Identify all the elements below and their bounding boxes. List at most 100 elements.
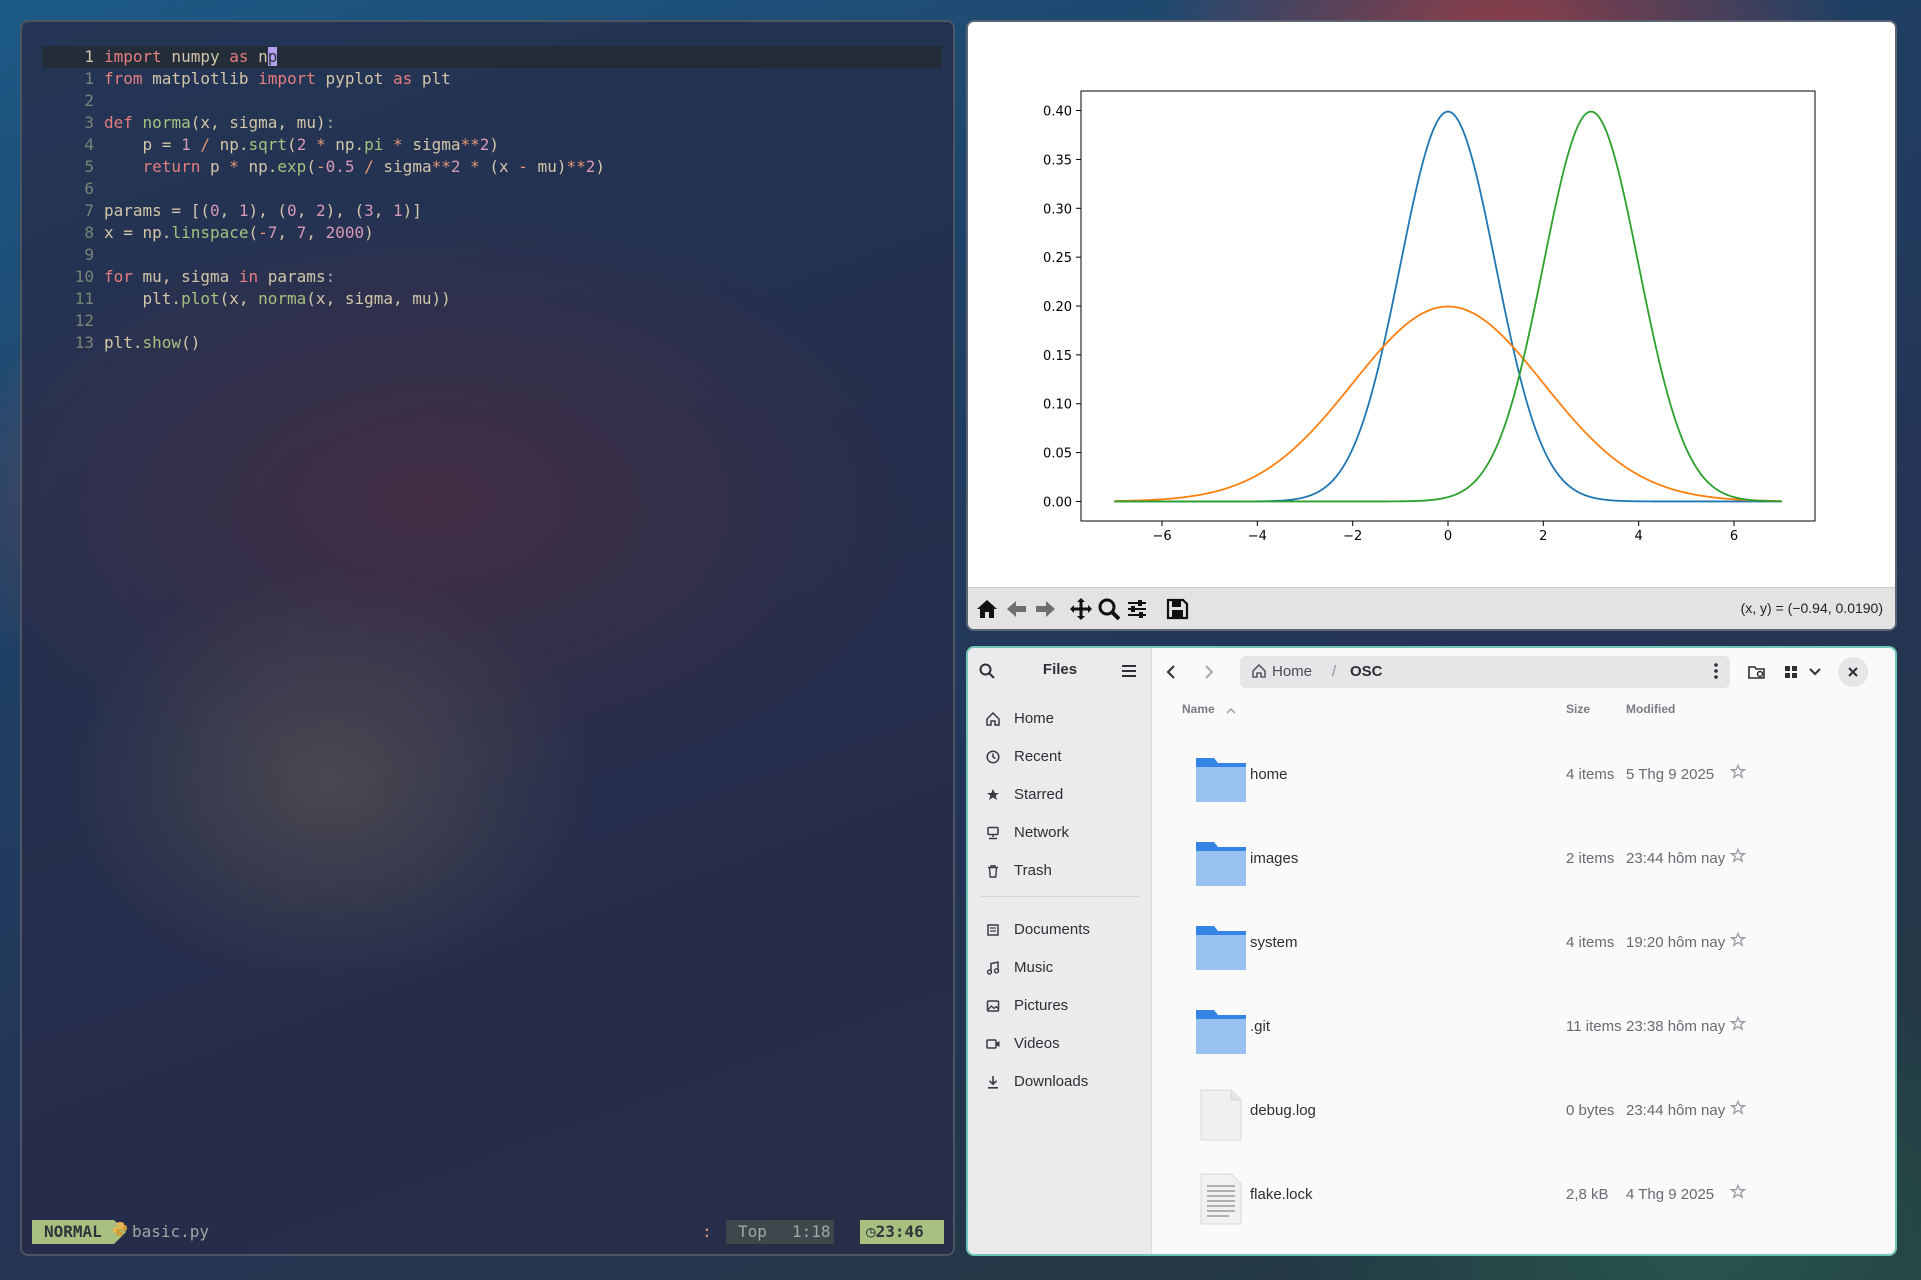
sidebar-item-music[interactable]: Music [980, 951, 1140, 985]
sidebar-item-label: Documents [1014, 921, 1090, 938]
code-line[interactable]: 11 plt.plot(x, norma(x, sigma, mu)) [22, 288, 953, 310]
code-text[interactable]: from matplotlib import pyplot as plt [104, 68, 451, 90]
python-file-icon [112, 1220, 128, 1244]
sidebar-item-home[interactable]: Home [980, 702, 1140, 736]
star-icon[interactable] [1729, 1183, 1747, 1204]
file-modified: 5 Thg 9 2025 [1626, 766, 1715, 783]
more-options-icon[interactable] [1714, 663, 1718, 683]
file-row[interactable]: images 2 items 23:44 hôm nay [1152, 818, 1895, 902]
line-chart[interactable]: −6 −4 −2 0 2 4 6 0.00 0.05 0.10 0.15 0.20 0.25 0.30 0.… [968, 22, 1895, 587]
file-icon [1194, 1088, 1248, 1146]
hamburger-menu-icon[interactable] [1114, 656, 1144, 686]
file-row[interactable]: home 4 items 5 Thg 9 2025 [1152, 734, 1895, 818]
code-line[interactable]: 12 [22, 310, 953, 332]
column-header-name[interactable]: Name [1182, 702, 1215, 716]
code-line[interactable]: 5 return p * np.exp(-0.5 / sigma**2 * (x… [22, 156, 953, 178]
sidebar-item-documents[interactable]: Documents [980, 913, 1140, 947]
column-header-size[interactable]: Size [1566, 702, 1590, 716]
file-row[interactable]: system 4 items 19:20 hôm nay [1152, 902, 1895, 986]
code-text[interactable]: x = np.linspace(-7, 7, 2000) [104, 222, 374, 244]
back-icon[interactable] [1156, 657, 1186, 687]
code-line[interactable]: 8 x = np.linspace(-7, 7, 2000) [22, 222, 953, 244]
code-text[interactable]: p = 1 / np.sqrt(2 * np.pi * sigma**2) [104, 134, 500, 156]
code-text[interactable]: import numpy as np [104, 46, 278, 68]
star-icon[interactable] [1729, 847, 1747, 868]
file-row[interactable]: debug.log 0 bytes 23:44 hôm nay [1152, 1070, 1895, 1154]
code-line[interactable]: 9 [22, 244, 953, 266]
sidebar-item-videos[interactable]: Videos [980, 1027, 1140, 1061]
code-line[interactable]: 3 def norma(x, sigma, mu): [22, 112, 953, 134]
file-name[interactable]: home [1250, 766, 1288, 783]
sidebar-item-pictures[interactable]: Pictures [980, 989, 1140, 1023]
code-line[interactable]: 1 import numpy as np [42, 46, 942, 68]
star-icon[interactable] [1729, 1015, 1747, 1036]
breadcrumb-separator: / [1332, 663, 1337, 680]
file-row[interactable]: .git 11 items 23:38 hôm nay [1152, 986, 1895, 1070]
file-manager-window[interactable]: Files Home Recent Starred Network Trash Docum… [966, 646, 1897, 1256]
path-bar[interactable]: Home / OSC [1240, 656, 1730, 688]
back-arrow-icon[interactable] [1004, 596, 1030, 622]
code-text[interactable]: return p * np.exp(-0.5 / sigma**2 * (x -… [104, 156, 605, 178]
figure-toolbar: (x, y) = (−0.94, 0.0190) [968, 587, 1895, 629]
code-text[interactable]: plt.plot(x, norma(x, sigma, mu)) [104, 288, 451, 310]
file-name[interactable]: debug.log [1250, 1102, 1316, 1119]
chevron-down-icon[interactable] [1800, 657, 1830, 687]
code-line[interactable]: 2 [22, 90, 953, 112]
code-text[interactable]: params = [(0, 1), (0, 2), (3, 1)] [104, 200, 422, 222]
close-icon[interactable] [1838, 657, 1868, 687]
forward-arrow-icon[interactable] [1032, 596, 1058, 622]
folder-icon [1194, 1004, 1248, 1062]
save-icon[interactable] [1164, 596, 1190, 622]
sidebar-item-label: Downloads [1014, 1073, 1089, 1090]
star-icon[interactable] [1729, 763, 1747, 784]
code-editor-window[interactable]: 1 import numpy as np 1 from matplotlib impo… [20, 20, 955, 1256]
file-size: 4 items [1566, 934, 1615, 951]
sidebar-item-label: Videos [1014, 1035, 1060, 1052]
sidebar-item-starred[interactable]: Starred [980, 778, 1140, 812]
zoom-icon[interactable] [1096, 596, 1122, 622]
code-line[interactable]: 13 plt.show() [22, 332, 953, 354]
sidebar-item-label: Starred [1014, 786, 1064, 803]
file-name[interactable]: .git [1250, 1018, 1270, 1035]
breadcrumb-current[interactable]: OSC [1350, 663, 1383, 680]
line-number: 11 [74, 289, 94, 308]
search-folder-icon[interactable] [1742, 657, 1772, 687]
forward-icon[interactable] [1194, 657, 1224, 687]
column-header-modified[interactable]: Modified [1626, 702, 1675, 716]
file-name[interactable]: images [1250, 850, 1298, 867]
matplotlib-figure-window[interactable]: −6 −4 −2 0 2 4 6 0.00 0.05 0.10 0.15 0.20 0.25 0.30 0.… [966, 20, 1897, 631]
code-line[interactable]: 7 params = [(0, 1), (0, 2), (3, 1)] [22, 200, 953, 222]
code-text[interactable]: def norma(x, sigma, mu): [104, 112, 335, 134]
x-tick-label: −4 [1248, 529, 1267, 544]
code-line[interactable]: 6 [22, 178, 953, 200]
sidebar-item-trash[interactable]: Trash [980, 854, 1140, 888]
line-column: 1:18 [792, 1222, 831, 1241]
star-icon[interactable] [1729, 931, 1747, 952]
line-number: 3 [84, 113, 94, 132]
code-line[interactable]: 4 p = 1 / np.sqrt(2 * np.pi * sigma**2) [22, 134, 953, 156]
file-size: 0 bytes [1566, 1102, 1615, 1119]
file-name[interactable]: system [1250, 934, 1298, 951]
code-line[interactable]: 1 from matplotlib import pyplot as plt [22, 68, 953, 90]
star-icon[interactable] [1729, 1099, 1747, 1120]
star-icon [987, 789, 999, 800]
home-icon[interactable] [974, 596, 1000, 622]
configure-icon[interactable] [1124, 596, 1150, 622]
pan-icon[interactable] [1068, 596, 1094, 622]
folder-icon [1194, 752, 1248, 810]
sidebar-item-network[interactable]: Network [980, 816, 1140, 850]
breadcrumb-home[interactable]: Home [1272, 663, 1312, 680]
sort-ascending-icon [1226, 702, 1236, 719]
clock-time: 23:46 [875, 1222, 924, 1241]
file-row[interactable]: flake.lock 2,8 kB 4 Thg 9 2025 [1152, 1154, 1895, 1238]
code-text[interactable]: for mu, sigma in params: [104, 266, 335, 288]
sidebar-item-downloads[interactable]: Downloads [980, 1065, 1140, 1099]
sidebar-item-label: Recent [1014, 748, 1062, 765]
line-number: 5 [84, 157, 94, 176]
code-text[interactable]: plt.show() [104, 332, 200, 354]
home-icon [986, 712, 1000, 726]
file-name[interactable]: flake.lock [1250, 1186, 1313, 1203]
code-line[interactable]: 10 for mu, sigma in params: [22, 266, 953, 288]
picture-icon [986, 1000, 1000, 1012]
sidebar-item-recent[interactable]: Recent [980, 740, 1140, 774]
